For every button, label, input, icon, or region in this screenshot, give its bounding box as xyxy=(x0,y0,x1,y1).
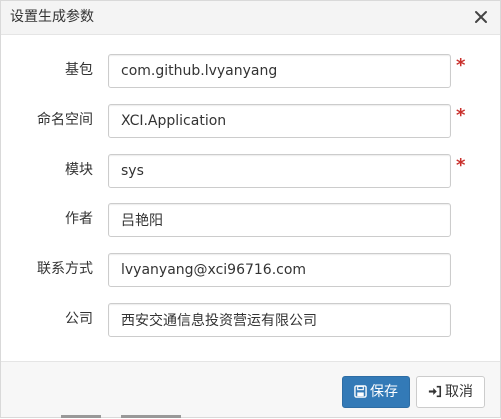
dialog-footer: 保存 取消 xyxy=(1,361,500,417)
contact-input[interactable] xyxy=(108,253,451,287)
dialog-title: 设置生成参数 xyxy=(10,9,94,25)
form-row-module: 模块 * xyxy=(1,152,500,188)
save-label: 保存 xyxy=(370,384,398,400)
company-label: 公司 xyxy=(65,311,93,327)
sign-in-icon xyxy=(428,385,442,398)
dialog-header: 设置生成参数 xyxy=(1,1,500,35)
package-input[interactable] xyxy=(108,54,451,88)
module-input[interactable] xyxy=(108,154,451,188)
required-marker: * xyxy=(456,105,466,126)
form-row-contact: 联系方式 xyxy=(1,251,500,287)
author-input[interactable] xyxy=(108,203,451,237)
namespace-label: 命名空间 xyxy=(37,112,93,128)
author-label: 作者 xyxy=(65,211,93,227)
package-label: 基包 xyxy=(65,62,93,78)
close-icon[interactable] xyxy=(472,8,490,26)
floppy-disk-icon xyxy=(354,385,367,398)
form-row-package: 基包 * xyxy=(1,52,500,88)
module-label: 模块 xyxy=(65,162,93,178)
company-input[interactable] xyxy=(108,303,451,337)
cancel-label: 取消 xyxy=(445,384,473,400)
save-button[interactable]: 保存 xyxy=(342,376,410,408)
form-row-company: 公司 xyxy=(1,301,500,337)
contact-label: 联系方式 xyxy=(37,261,93,277)
settings-dialog: 设置生成参数 基包 * 命名空间 * 模块 * 作者 联系方式 公司 xyxy=(0,0,501,418)
cancel-button[interactable]: 取消 xyxy=(416,376,485,408)
form-row-author: 作者 xyxy=(1,201,500,237)
required-marker: * xyxy=(456,155,466,176)
namespace-input[interactable] xyxy=(108,104,451,138)
required-marker: * xyxy=(456,55,466,76)
form-row-namespace: 命名空间 * xyxy=(1,102,500,138)
